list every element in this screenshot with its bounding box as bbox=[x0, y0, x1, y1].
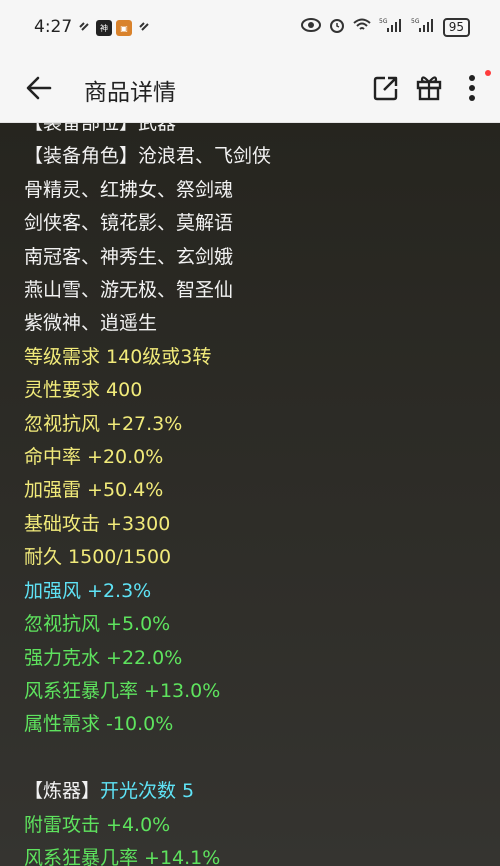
item-attributes: 【装备部位】武器 【装备角色】沧浪君、飞剑侠 骨精灵、红拂女、祭剑魂 剑侠客、镜… bbox=[24, 123, 271, 866]
equip-slot-line: 【装备部位】武器 bbox=[24, 123, 177, 134]
app-icon: ▣ bbox=[116, 20, 132, 36]
svg-text:5G: 5G bbox=[411, 18, 420, 25]
base-stat-line: 命中率 +20.0% bbox=[24, 446, 164, 469]
extra-stat-line: 强力克水 +22.0% bbox=[24, 646, 183, 669]
role-list-line: 剑侠客、镜花影、莫解语 bbox=[24, 212, 234, 235]
notification-dot bbox=[485, 70, 491, 76]
equip-role-line: 【装备角色】沧浪君、飞剑侠 bbox=[24, 145, 272, 168]
app-bar: 商品详情 bbox=[0, 56, 500, 123]
extra-stat-line: 属性需求 -10.0% bbox=[24, 713, 174, 736]
alarm-icon bbox=[329, 17, 345, 37]
eye-icon bbox=[300, 18, 321, 36]
more-options-icon[interactable] bbox=[462, 72, 482, 104]
extra-stat-line: 忽视抗风 +5.0% bbox=[24, 613, 171, 636]
item-detail-panel: 【装备部位】武器 【装备角色】沧浪君、飞剑侠 骨精灵、红拂女、祭剑魂 剑侠客、镜… bbox=[0, 123, 500, 866]
bonus-stat-line: 加强风 +2.3% bbox=[24, 579, 152, 602]
system-icons: 5G 5G 95 bbox=[300, 17, 470, 37]
base-stat-line: 灵性要求 400 bbox=[24, 379, 143, 402]
extra-stat-line: 风系狂暴几率 +13.0% bbox=[24, 679, 221, 702]
base-stat-line: 耐久 1500/1500 bbox=[24, 546, 172, 569]
base-stat-line: 基础攻击 +3300 bbox=[24, 512, 171, 535]
refine-label: 【炼器】 bbox=[24, 780, 101, 803]
role-list-line: 南冠客、神秀生、玄剑娥 bbox=[24, 245, 234, 268]
page-title: 商品详情 bbox=[84, 80, 176, 106]
role-list-line: 骨精灵、红拂女、祭剑魂 bbox=[24, 178, 234, 201]
app-icon: 神 bbox=[96, 20, 112, 36]
signal-icon: 5G bbox=[379, 17, 403, 37]
refine-stat-line: 风系狂暴几率 +14.1% bbox=[24, 846, 221, 866]
link-icon bbox=[76, 18, 92, 38]
signal-icon: 5G bbox=[411, 17, 435, 37]
notification-icons: 神 ▣ bbox=[76, 18, 152, 38]
refine-line: 【炼器】开光次数 5 bbox=[24, 775, 271, 808]
base-stat-line: 忽视抗风 +27.3% bbox=[24, 412, 183, 435]
svg-text:5G: 5G bbox=[379, 18, 388, 25]
link-icon bbox=[136, 18, 152, 38]
wifi-icon bbox=[353, 18, 371, 36]
status-time: 4:27 bbox=[34, 17, 73, 37]
role-list-line: 燕山雪、游无极、智圣仙 bbox=[24, 279, 234, 302]
role-list-line: 紫微神、逍遥生 bbox=[24, 312, 158, 335]
refine-value: 开光次数 5 bbox=[100, 780, 195, 803]
battery-icon: 95 bbox=[442, 17, 470, 37]
share-icon[interactable] bbox=[372, 74, 400, 102]
status-bar: 4:27 神 ▣ 5G 5G 95 bbox=[0, 0, 500, 56]
base-stat-line: 等级需求 140级或3转 bbox=[24, 345, 212, 368]
gift-icon[interactable] bbox=[414, 72, 444, 102]
back-arrow-icon[interactable] bbox=[24, 73, 54, 103]
base-stat-line: 加强雷 +50.4% bbox=[24, 479, 164, 502]
refine-stat-line: 附雷攻击 +4.0% bbox=[24, 813, 171, 836]
